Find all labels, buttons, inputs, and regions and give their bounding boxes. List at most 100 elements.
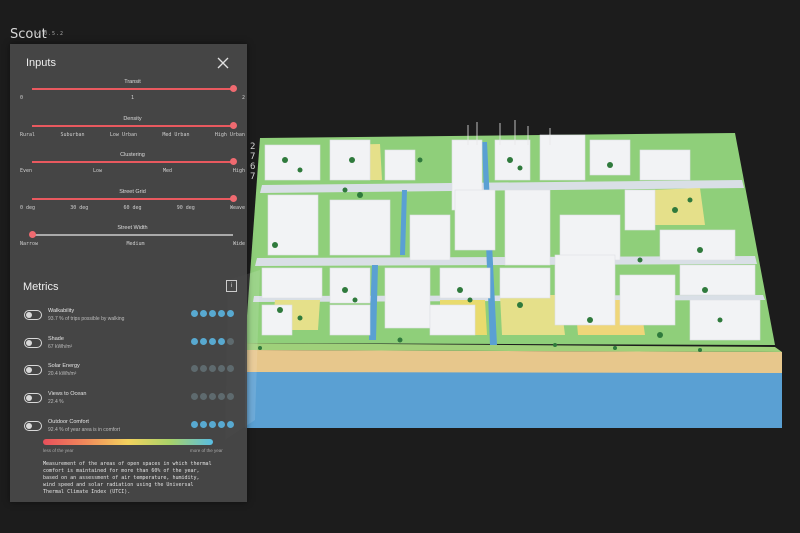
metric-name: Outdoor Comfort [48,419,89,425]
slider-knob[interactable] [28,231,36,238]
slider-transit[interactable]: Transit 0 1 2 [20,79,245,109]
slider-label: Street Grid [119,189,146,195]
slider-tick-label: Med [162,168,172,174]
metric-value: 67 kWh/m² [48,344,73,350]
metric-walkability: Walkability 93.7 % of trips possible by w… [24,308,234,328]
legend-left-label: less of the year [43,448,74,453]
toggle-knob [26,395,32,401]
score-dot [227,310,234,317]
comfort-legend-bar [43,439,213,445]
score-dot [191,310,198,317]
inputs-title: Inputs [26,57,56,69]
slider-tick-label: Rural [20,132,36,138]
score-dot [227,393,234,400]
slider-fill [32,125,233,127]
slider-ticks: Rural Suburban Low Urban Med Urban High Urba… [20,132,245,138]
slider-tick-label: Suburban [60,132,85,138]
slider-tick-label: 2 [241,95,245,101]
score-dot [191,421,198,428]
score-dot [200,338,207,345]
metric-score [191,365,234,372]
slider-tick-label: 0 [20,95,24,101]
close-icon[interactable] [217,57,229,69]
metric-solar-energy: Solar Energy 20.4 kWh/m² [24,363,234,383]
slider-track[interactable] [32,234,233,236]
slider-ticks: 0 deg 30 deg 60 deg 90 deg Weave [20,205,245,211]
metric-name: Solar Energy [48,363,80,369]
metric-name: Shade [48,336,64,342]
slider-clustering[interactable]: Clustering Even Low Med High [20,152,245,182]
score-dot [218,393,225,400]
slider-street-width[interactable]: Street Width Narrow Medium Wide [20,225,245,255]
slider-knob[interactable] [229,122,237,129]
metric-toggle[interactable] [24,310,42,320]
slider-label: Transit [124,79,141,85]
metrics-title: Metrics [23,281,59,293]
slider-ticks: Narrow Medium Wide [20,241,245,247]
slider-tick-label: High Urban [214,132,245,138]
metric-name: Views to Ocean [48,391,87,397]
metric-value: 22.4 % [48,399,64,405]
ghost-digit: 2 [250,142,256,152]
slider-tick-label: High [232,168,245,174]
toggle-knob [26,340,32,346]
ghost-digit: 6 [250,162,256,172]
toggle-knob [26,312,32,318]
app-version: v 0.5.2 [36,31,65,37]
toggle-knob [26,367,32,373]
score-dot [200,310,207,317]
metric-score [191,393,234,400]
score-dot [227,365,234,372]
slider-tick-label: Low [92,168,103,174]
metric-value: 93.7 % of trips possible by walking [48,316,125,322]
metric-value: 20.4 kWh/m² [48,371,77,377]
slider-density[interactable]: Density Rural Suburban Low Urban Med Urban Hi… [20,116,245,146]
score-dot [191,338,198,345]
metric-name: Walkability [48,308,75,314]
slider-tick-label: 1 [130,95,134,101]
slider-label: Density [123,116,142,122]
score-dot [209,338,216,345]
slider-tick-label: Weave [229,205,245,211]
slider-tick-label: Wide [232,241,245,247]
score-dot [218,421,225,428]
metric-value: 92.4 % of year area is in comfort [48,427,120,433]
slider-tick-label: Med Urban [162,132,190,138]
metric-toggle[interactable] [24,365,42,375]
score-dot [200,365,207,372]
metric-toggle[interactable] [24,393,42,403]
score-dot [227,421,234,428]
control-panel: Inputs Transit 0 1 2 Density Rural Suburban Low… [10,44,247,502]
score-dot [209,365,216,372]
slider-tick-label: 60 deg [123,205,142,211]
info-button[interactable]: i [226,280,237,292]
score-dot [227,338,234,345]
slider-knob[interactable] [229,85,237,92]
slider-tick-label: 30 deg [70,205,89,211]
score-dot [191,393,198,400]
slider-fill [32,161,233,163]
legend-right-label: more of the year [190,448,223,453]
slider-fill [32,198,233,200]
metric-score [191,421,234,428]
score-dot [191,365,198,372]
slider-label: Street Width [117,225,148,231]
metric-shade: Shade 67 kWh/m² [24,336,234,356]
score-dot [209,310,216,317]
slider-tick-label: Narrow [20,241,39,247]
metric-toggle[interactable] [24,338,42,348]
metric-score [191,338,234,345]
slider-knob[interactable] [229,195,237,202]
slider-tick-label: 90 deg [176,205,195,211]
ghost-digit: 7 [250,152,256,162]
ocean [245,372,782,428]
slider-tick-label: 0 deg [20,205,36,211]
score-dot [209,421,216,428]
slider-knob[interactable] [229,158,237,165]
score-dot [200,393,207,400]
slider-street-grid[interactable]: Street Grid 0 deg 30 deg 60 deg 90 deg Weave [20,189,245,219]
slider-tick-label: Even [20,168,33,174]
toggle-knob [26,423,32,429]
metric-toggle[interactable] [24,421,42,431]
score-dot [218,338,225,345]
